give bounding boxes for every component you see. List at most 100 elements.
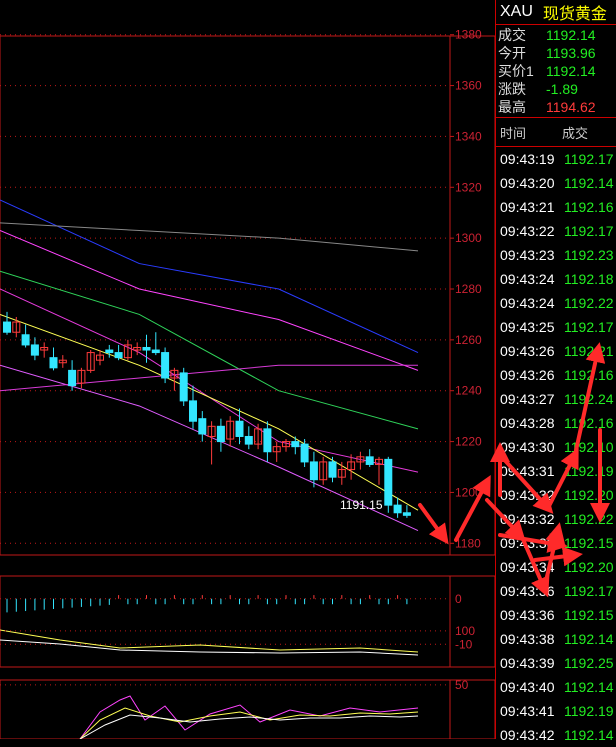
tick-row: 09:43:31 1192.19 [496, 459, 616, 483]
y-tick-label: 1180 [455, 536, 481, 550]
tick-time: 09:43:24 [500, 295, 555, 311]
instrument-name: 现货黄金 [542, 6, 607, 23]
macd-tick-label: 0 [455, 592, 462, 606]
y-tick-label: 1200 [455, 485, 482, 499]
tick-row: 09:43:36 1192.17 [496, 579, 616, 603]
chart-svg[interactable]: 1180 1200 1220 1240 1260 1280 1300 1320 1340 1360… [0, 0, 495, 739]
candle [365, 456, 374, 465]
tick-row: 09:43:24 1192.18 [496, 267, 616, 291]
tick-time: 09:43:39 [500, 655, 555, 671]
tick-time: 09:43:24 [500, 271, 555, 287]
quote-row: 涨跌 -1.89 [496, 80, 616, 98]
tick-time: 09:43:30 [500, 439, 555, 455]
tick-price: 1192.16 [564, 199, 614, 215]
kdj-tick-label: 50 [455, 678, 469, 692]
quote-header: XAU 现货黄金 [496, 0, 616, 25]
tick-row: 09:43:40 1192.14 [496, 675, 616, 699]
main-pane-border [0, 35, 495, 556]
tick-row: 09:43:23 1192.23 [496, 243, 616, 267]
candle [161, 352, 170, 379]
last-price-label: 1191.15 [340, 498, 383, 512]
candle [189, 400, 197, 422]
tick-time: 09:43:36 [500, 607, 555, 623]
candle [384, 458, 393, 506]
tick-time: 09:43:33 [500, 535, 555, 551]
y-tick-label: 1280 [455, 282, 482, 296]
tick-row: 09:43:41 1192.19 [496, 699, 616, 723]
candle [49, 357, 58, 369]
candle [68, 369, 77, 387]
quote-key: 买价1 [498, 63, 534, 79]
tick-list[interactable]: 09:43:19 1192.17 09:43:20 1192.14 09:43:21 11… [496, 147, 616, 747]
tick-row: 09:43:32 1192.22 [496, 507, 616, 531]
y-tick-label: 1220 [455, 435, 482, 449]
tick-price: 1192.17 [564, 151, 614, 167]
tick-row: 09:43:39 1192.25 [496, 651, 616, 675]
y-tick-label: 1240 [455, 384, 482, 398]
tick-price: 1192.19 [564, 463, 614, 479]
tick-row: 09:43:22 1192.17 [496, 219, 616, 243]
quote-row: 今开 1193.96 [496, 44, 616, 62]
indicator-line [0, 199, 419, 354]
tick-time: 09:43:26 [500, 343, 555, 359]
quote-key: 最高 [498, 99, 526, 115]
macd-line [0, 629, 419, 653]
candle [244, 435, 253, 445]
candle [3, 321, 11, 333]
tick-time: 09:43:26 [500, 367, 555, 383]
tick-price: 1192.15 [564, 535, 614, 551]
quote-key: 成交 [498, 27, 526, 43]
tick-time: 09:43:27 [500, 391, 555, 407]
tick-time: 09:43:34 [500, 559, 555, 575]
tick-time: 09:43:28 [500, 415, 555, 431]
quote-value: -1.89 [546, 81, 578, 97]
y-tick-label: 1380 [455, 28, 482, 42]
candlestick-chart[interactable]: 1180 1200 1220 1240 1260 1280 1300 1320 1340 1360… [0, 0, 495, 739]
tick-price: 1192.14 [564, 631, 614, 647]
tick-time: 09:43:38 [500, 631, 555, 647]
quote-row: 成交 1192.14 [496, 26, 616, 44]
candle [114, 352, 123, 359]
kdj-pane-border [0, 679, 495, 739]
quote-key: 涨跌 [498, 81, 526, 97]
tick-row: 09:43:20 1192.14 [496, 171, 616, 195]
tick-time: 09:43:31 [500, 463, 555, 479]
tick-row: 09:43:19 1192.17 [496, 147, 616, 171]
quote-summary: 成交 1192.14 今开 1193.96 买价1 1192.14 涨跌 -1.89 最… [496, 25, 616, 118]
tick-time: 09:43:32 [500, 487, 555, 503]
tick-time: 09:43:25 [500, 319, 555, 335]
tick-price: 1192.22 [564, 295, 614, 311]
tick-row: 09:43:34 1192.20 [496, 555, 616, 579]
indicator-line [0, 270, 419, 430]
candle [300, 443, 309, 463]
tick-time: 09:43:21 [500, 199, 555, 215]
tick-row: 09:43:25 1192.17 [496, 315, 616, 339]
tick-row: 09:43:32 1192.20 [496, 483, 616, 507]
tick-time: 09:43:23 [500, 247, 555, 263]
candle [105, 349, 114, 354]
ticks-price-header: 成交 [562, 125, 589, 141]
candle [21, 334, 30, 346]
indicator-line [0, 313, 419, 511]
tick-row: 09:43:26 1192.16 [496, 363, 616, 387]
tick-row: 09:43:26 1192.21 [496, 339, 616, 363]
tick-price: 1192.14 [564, 727, 614, 743]
indicator-line [0, 222, 419, 252]
candle [402, 512, 411, 516]
tick-time: 09:43:20 [500, 175, 555, 191]
indicator-line [0, 288, 419, 473]
tick-time: 09:43:36 [500, 583, 555, 599]
candle [30, 344, 39, 356]
symbol: XAU [500, 3, 533, 20]
tick-price: 1192.17 [564, 583, 614, 599]
quote-value: 1192.14 [546, 63, 596, 79]
tick-price: 1192.25 [564, 655, 614, 671]
tick-price: 1192.21 [564, 343, 614, 359]
tick-row: 09:43:28 1192.16 [496, 411, 616, 435]
tick-price: 1192.24 [564, 391, 614, 407]
tick-row: 09:43:30 1192.10 [496, 435, 616, 459]
candle [142, 346, 151, 351]
y-tick-label: 1340 [455, 129, 482, 143]
tick-price: 1192.16 [564, 367, 614, 383]
quote-value: 1194.62 [546, 99, 596, 115]
